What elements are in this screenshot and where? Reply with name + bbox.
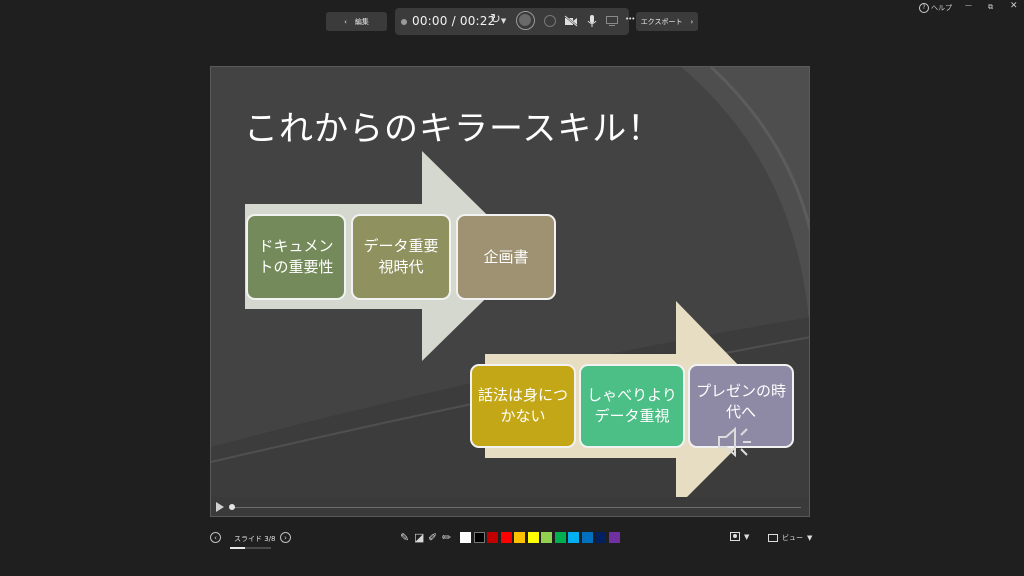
highlighter-icon[interactable]: ✐ <box>428 531 437 544</box>
timeline-handle[interactable] <box>229 504 235 510</box>
view-label: ビュー <box>782 534 803 542</box>
color-swatch[interactable] <box>568 532 579 543</box>
slide-counter: スライド 3/8 <box>234 535 276 543</box>
color-swatch[interactable] <box>500 532 512 543</box>
recording-status-dot <box>401 19 407 25</box>
pen-icon[interactable]: ✎ <box>400 531 409 544</box>
next-slide-button[interactable]: › <box>280 532 291 543</box>
play-icon[interactable] <box>216 502 224 512</box>
minimize-icon[interactable]: — <box>965 1 972 9</box>
previous-slide-button[interactable]: ‹ <box>210 532 221 543</box>
color-swatch[interactable] <box>595 532 606 543</box>
eraser-icon[interactable]: ◪ <box>414 531 424 544</box>
step-box-data[interactable]: データ重要視時代 <box>351 214 451 300</box>
speaker-icon[interactable] <box>716 425 756 459</box>
recording-timer: 00:00 / 00:22 <box>412 14 495 28</box>
color-swatch[interactable] <box>487 532 498 543</box>
playback-bar <box>211 497 809 516</box>
camera-off-icon[interactable] <box>564 15 578 27</box>
step-box-planning[interactable]: 企画書 <box>456 214 556 300</box>
help-button[interactable]: ? ヘルプ <box>919 3 952 13</box>
color-swatch[interactable] <box>514 532 525 543</box>
export-button[interactable]: エクスポート › <box>636 12 698 31</box>
color-swatch[interactable] <box>581 532 593 543</box>
timeline-track[interactable] <box>231 507 801 508</box>
person-frame-icon <box>730 532 740 541</box>
color-swatch[interactable] <box>554 532 566 543</box>
help-icon: ? <box>919 3 929 13</box>
edit-button[interactable]: ‹ 編集 <box>326 12 387 31</box>
record-button[interactable] <box>516 11 535 30</box>
dropdown-arrow-icon: ▼ <box>744 532 750 541</box>
view-menu-button[interactable]: ビュー ▼ <box>768 533 812 543</box>
view-layout-icon <box>768 534 778 542</box>
color-swatch[interactable] <box>541 532 552 543</box>
camera-toggle-button[interactable]: ▼ <box>730 532 749 541</box>
chevron-right-icon: › <box>690 17 694 26</box>
color-swatch[interactable] <box>527 532 539 543</box>
help-label: ヘルプ <box>931 4 952 12</box>
time-separator: / <box>451 14 456 28</box>
laser-pointer-icon[interactable]: ✏ <box>442 531 451 544</box>
microphone-icon[interactable] <box>587 14 597 28</box>
chevron-left-icon: ‹ <box>344 17 347 26</box>
export-label: エクスポート <box>640 17 683 26</box>
slide-progress-fill <box>230 547 245 549</box>
slide-canvas: これからのキラースキル！ ドキュメントの重要性 データ重要視時代 企画書 話法は… <box>210 66 810 517</box>
color-swatch[interactable] <box>608 532 620 543</box>
time-current: 00:00 <box>412 14 448 28</box>
retake-icon[interactable]: ↻▼ <box>490 12 506 27</box>
step-box-data-focus[interactable]: しゃべりよりデータ重視 <box>579 364 685 448</box>
pause-button[interactable] <box>544 15 556 27</box>
step-box-documents[interactable]: ドキュメントの重要性 <box>246 214 346 300</box>
color-swatch[interactable] <box>473 532 485 543</box>
step-box-speech[interactable]: 話法は身につかない <box>470 364 576 448</box>
restore-icon[interactable]: ⧉ <box>988 3 993 12</box>
color-swatch[interactable] <box>460 532 471 543</box>
screen-share-icon[interactable] <box>606 16 618 26</box>
dropdown-arrow-icon: ▼ <box>807 534 813 542</box>
slide-progress-track <box>230 547 271 549</box>
edit-label: 編集 <box>354 17 369 26</box>
more-options-button[interactable]: ••• <box>625 15 635 23</box>
recording-controls: 00:00 / 00:22 ↻▼ <box>395 8 629 35</box>
slide-title: これからのキラースキル！ <box>244 109 663 149</box>
close-icon[interactable]: ✕ <box>1010 1 1018 11</box>
